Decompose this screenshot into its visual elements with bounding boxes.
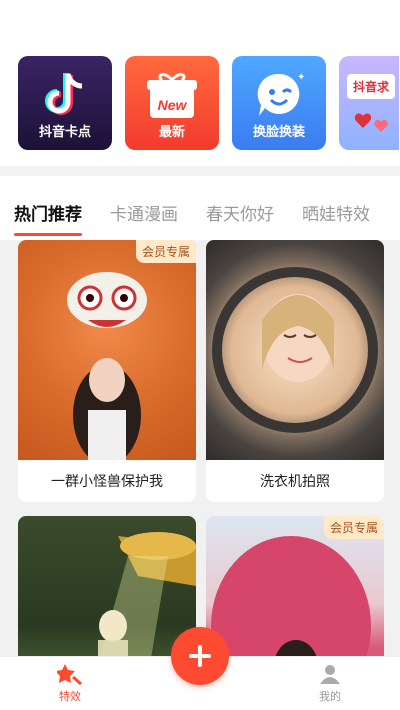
vip-badge: 会员专属 <box>323 516 384 539</box>
tiktok-note-icon <box>18 70 112 120</box>
feature-newest[interactable]: New 最新 <box>125 56 219 150</box>
effect-thumbnail <box>206 240 384 460</box>
effects-grid: 会员专属 一群小怪兽保护我 洗衣机拍照 会员专属 <box>0 240 400 660</box>
vip-badge: 会员专属 <box>135 240 196 263</box>
effect-card[interactable]: 洗衣机拍照 <box>206 240 384 502</box>
effect-card[interactable] <box>18 516 196 660</box>
bottom-nav: 特效 我的 <box>0 627 400 710</box>
section-divider <box>0 166 400 176</box>
effect-card[interactable]: 会员专属 <box>206 516 384 660</box>
category-tabs: 热门推荐 卡通漫画 春天你好 晒娃特效 <box>14 200 370 236</box>
nav-effects-label: 特效 <box>59 690 81 703</box>
effect-thumbnail: 会员专属 <box>18 240 196 460</box>
feature-label: 抖音卡点 <box>38 125 91 140</box>
nav-mine-label: 我的 <box>319 690 341 703</box>
tab-hot[interactable]: 热门推荐 <box>14 200 82 236</box>
nav-effects[interactable]: 特效 <box>40 663 100 704</box>
nav-mine[interactable]: 我的 <box>300 663 360 704</box>
hearts-icon <box>354 113 388 132</box>
tab-cartoon[interactable]: 卡通漫画 <box>110 200 178 225</box>
gift-new-text: New <box>158 97 188 113</box>
wink-face-icon: ✦ <box>232 70 326 120</box>
plus-icon <box>189 645 211 667</box>
tab-spring[interactable]: 春天你好 <box>206 200 274 225</box>
tab-baby[interactable]: 晒娃特效 <box>302 200 370 225</box>
user-icon <box>320 665 340 684</box>
feature-tiktok-beat[interactable]: 抖音卡点 <box>18 56 112 150</box>
feature-label: 最新 <box>158 125 185 140</box>
feature-row: 抖音卡点 New 最新 ✦ 换脸换装 抖音求 <box>18 56 399 150</box>
feature-label: 换脸换装 <box>252 125 305 140</box>
feature-faceswap[interactable]: ✦ 换脸换装 <box>232 56 326 150</box>
effect-title: 一群小怪兽保护我 <box>51 474 163 490</box>
svg-text:✦: ✦ <box>297 72 305 83</box>
effect-title: 洗衣机拍照 <box>260 474 330 490</box>
effect-thumbnail: 会员专属 <box>206 516 384 660</box>
feature-douyin-ask[interactable]: 抖音求 <box>339 56 399 150</box>
effect-card[interactable]: 会员专属 一群小怪兽保护我 <box>18 240 196 502</box>
create-button[interactable] <box>171 627 229 685</box>
effect-thumbnail <box>18 516 196 660</box>
star-wand-icon <box>55 664 82 686</box>
gift-new-icon: New <box>125 70 219 122</box>
hearts-sign-icon: 抖音求 <box>347 74 396 99</box>
